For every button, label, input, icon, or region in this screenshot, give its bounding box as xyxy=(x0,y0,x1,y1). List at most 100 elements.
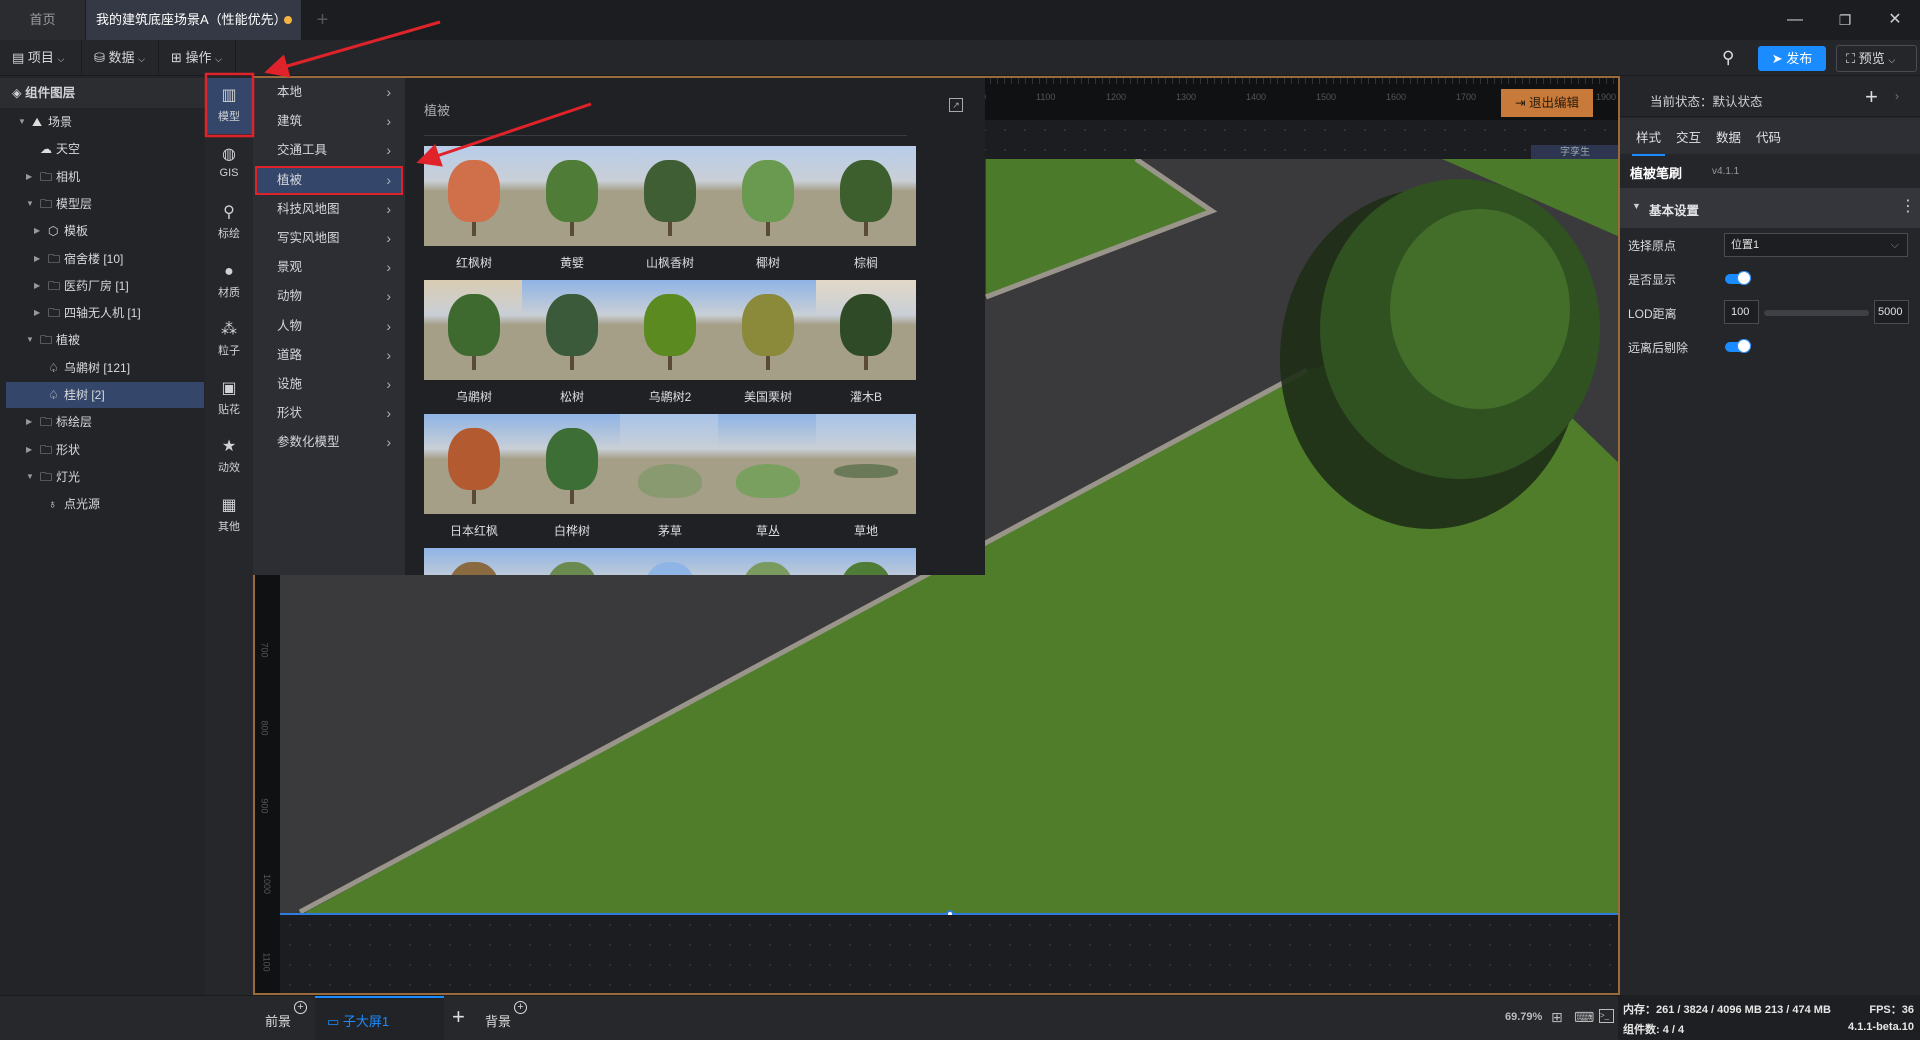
vegetation-item[interactable]: 乌鹕树 xyxy=(424,280,524,405)
menu-item[interactable]: 动物 › xyxy=(255,282,403,311)
lod-range-slider[interactable] xyxy=(1764,310,1869,316)
menu-item[interactable]: 人物 › xyxy=(255,312,403,341)
cull-toggle[interactable] xyxy=(1725,339,1751,353)
minimize-button[interactable]: — xyxy=(1780,0,1810,40)
add-screen-button[interactable]: + xyxy=(452,1004,465,1030)
lod-min-input[interactable]: 100 xyxy=(1724,300,1759,324)
tab-sub-screen[interactable]: ▭ 子大屏1 xyxy=(315,996,444,1040)
category-sphere[interactable]: ● 材质 xyxy=(205,254,253,310)
vegetation-item[interactable] xyxy=(522,548,622,575)
caret-right-icon[interactable]: ▶ xyxy=(34,246,40,272)
category-pin[interactable]: ⚲ 标绘 xyxy=(205,195,253,251)
menu-item[interactable]: 道路 › xyxy=(255,341,403,370)
data-menu-button[interactable]: ⛁ 数据 ⌵ xyxy=(82,40,159,76)
menu-item[interactable]: 写实风地图 › xyxy=(255,224,403,253)
menu-item[interactable]: 参数化模型 › xyxy=(255,428,403,457)
keyboard-icon[interactable]: ⌨ xyxy=(1574,1009,1594,1026)
layer-item[interactable]: ▶ 🗀 医药厂房 [1] xyxy=(6,273,204,299)
caret-down-icon[interactable]: ▼ xyxy=(26,327,34,353)
foreground-tab[interactable]: 前景 xyxy=(265,1011,291,1030)
chevron-right-icon[interactable]: › xyxy=(1895,89,1899,103)
tab-scene[interactable]: 我的建筑底座场景A（性能优先） xyxy=(86,0,301,40)
vegetation-item[interactable]: 灌木B xyxy=(816,280,916,405)
operate-menu-button[interactable]: ⊞ 操作 ⌵ xyxy=(159,40,236,76)
vegetation-item[interactable]: 山枫香树 xyxy=(620,146,720,271)
section-basic-settings[interactable]: ▼ 基本设置 ⋮ xyxy=(1620,188,1920,228)
layer-item[interactable]: ▶ 🗀 相机 xyxy=(6,164,204,190)
menu-item[interactable]: 景观 › xyxy=(255,253,403,282)
layer-item[interactable]: ▶ 🗀 四轴无人机 [1] xyxy=(6,300,204,326)
menu-item[interactable]: 形状 › xyxy=(255,399,403,428)
fit-screen-icon[interactable]: ⊞ xyxy=(1551,1009,1563,1026)
vegetation-item[interactable]: 日本红枫 xyxy=(424,414,524,539)
menu-item[interactable]: 植被 › xyxy=(255,165,403,195)
layer-item[interactable]: ♁ 点光源 xyxy=(6,491,204,517)
vegetation-item[interactable]: 白桦树 xyxy=(522,414,622,539)
publish-button[interactable]: ➤ 发布 xyxy=(1758,46,1826,71)
layer-item[interactable]: ▼ 🗀 植被 xyxy=(6,327,204,353)
layer-item[interactable]: ♤ 桂树 [2] xyxy=(6,382,204,408)
category-globe[interactable]: ◍ GIS xyxy=(205,137,253,193)
vegetation-item[interactable]: 棕榈 xyxy=(816,146,916,271)
exit-edit-button[interactable]: ⇥ 退出编辑 xyxy=(1501,89,1593,117)
layer-item[interactable]: ▼ ⛰ 场景 xyxy=(6,109,204,135)
background-tab[interactable]: 背景 xyxy=(485,1011,511,1030)
vegetation-item[interactable]: 红枫树 xyxy=(424,146,524,271)
vegetation-item[interactable]: 草丛 xyxy=(718,414,818,539)
tab-home[interactable]: 首页 xyxy=(0,0,85,40)
restore-button[interactable]: ❐ xyxy=(1830,0,1860,40)
vegetation-item[interactable]: 黄嬖 xyxy=(522,146,622,271)
preview-button[interactable]: ⛶ 预览 ⌵ xyxy=(1836,45,1917,72)
caret-down-icon[interactable]: ▼ xyxy=(26,191,34,217)
layer-item[interactable]: ▼ 🗀 灯光 xyxy=(6,464,204,490)
menu-item[interactable]: 交通工具 › xyxy=(255,136,403,165)
vegetation-item[interactable]: 松树 xyxy=(522,280,622,405)
add-state-button[interactable]: + xyxy=(1865,84,1878,110)
layer-item[interactable]: ▶ 🗀 形状 xyxy=(6,437,204,463)
caret-right-icon[interactable]: ▶ xyxy=(34,300,40,326)
caret-right-icon[interactable]: ▶ xyxy=(34,273,40,299)
search-icon[interactable]: ⚲ xyxy=(1722,48,1734,68)
add-foreground-icon[interactable]: + xyxy=(294,1001,307,1014)
close-button[interactable]: ✕ xyxy=(1880,0,1910,40)
layer-item[interactable]: ▼ 🗀 模型层 xyxy=(6,191,204,217)
tab-0[interactable]: 样式 xyxy=(1632,127,1666,156)
tab-1[interactable]: 交互 xyxy=(1676,127,1701,146)
new-tab-button[interactable]: + xyxy=(310,0,335,40)
layer-item[interactable]: ▶ 🗀 宿舍楼 [10] xyxy=(6,246,204,272)
show-toggle[interactable] xyxy=(1725,271,1751,285)
menu-item[interactable]: 本地 › xyxy=(255,78,403,107)
vegetation-item[interactable]: 草地 xyxy=(816,414,916,539)
layer-item[interactable]: ♤ 乌鹕树 [121] xyxy=(6,355,204,381)
vegetation-item[interactable]: 乌鹕树2 xyxy=(620,280,720,405)
origin-select[interactable]: 位置1 ⌵ xyxy=(1724,233,1908,257)
menu-item[interactable]: 设施 › xyxy=(255,370,403,399)
category-grid[interactable]: ▦ 其他 xyxy=(205,488,253,544)
menu-item[interactable]: 科技风地图 › xyxy=(255,195,403,224)
vegetation-item[interactable] xyxy=(424,548,524,575)
caret-right-icon[interactable]: ▶ xyxy=(34,218,40,244)
terminal-icon[interactable]: >_ xyxy=(1599,1009,1614,1023)
caret-right-icon[interactable]: ▶ xyxy=(26,164,32,190)
layer-item[interactable]: ▶ 🗀 标绘层 xyxy=(6,409,204,435)
vegetation-item[interactable]: 美国栗树 xyxy=(718,280,818,405)
project-menu-button[interactable]: ▤ 项目 ⌵ xyxy=(0,40,82,76)
expand-icon[interactable]: ↗ xyxy=(949,98,963,112)
tab-3[interactable]: 代码 xyxy=(1756,127,1781,146)
caret-right-icon[interactable]: ▶ xyxy=(26,437,32,463)
vegetation-item[interactable] xyxy=(620,548,720,575)
layer-item[interactable]: ▶ ⬡ 模板 xyxy=(6,218,204,244)
lod-max-input[interactable]: 5000 xyxy=(1874,300,1909,324)
category-building[interactable]: ▥ 模型 xyxy=(205,78,253,134)
caret-right-icon[interactable]: ▶ xyxy=(26,409,32,435)
menu-item[interactable]: 建筑 › xyxy=(255,107,403,136)
caret-down-icon[interactable]: ▼ xyxy=(18,109,26,135)
vegetation-item[interactable]: 茅草 xyxy=(620,414,720,539)
caret-down-icon[interactable]: ▼ xyxy=(26,464,34,490)
vegetation-item[interactable]: 椰树 xyxy=(718,146,818,271)
tab-2[interactable]: 数据 xyxy=(1716,127,1741,146)
vegetation-item[interactable] xyxy=(816,548,916,575)
more-vertical-icon[interactable]: ⋮ xyxy=(1900,196,1916,216)
category-particle[interactable]: ⁂ 粒子 xyxy=(205,312,253,368)
add-background-icon[interactable]: + xyxy=(514,1001,527,1014)
